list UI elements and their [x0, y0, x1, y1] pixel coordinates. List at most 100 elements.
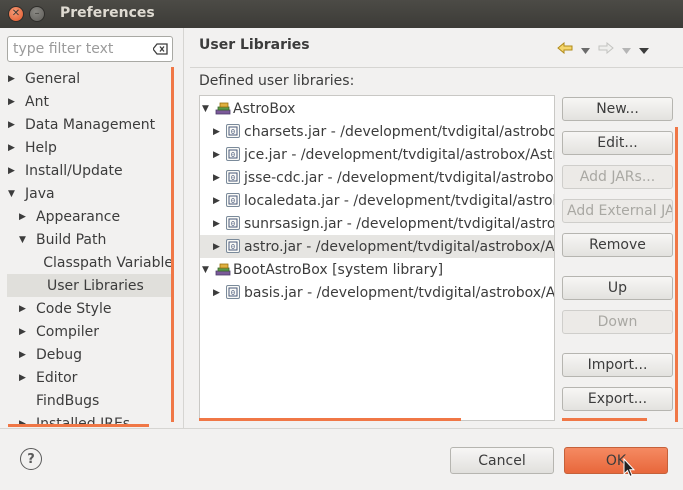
expanded-arrow-icon[interactable]: ▼ [202, 104, 209, 114]
library-node[interactable]: ▼ AstroBox [200, 97, 554, 120]
jar-node[interactable]: ▶ 0 sunrsasign.jar - /development/tvdigita… [200, 212, 554, 235]
add-jars-button[interactable]: Add JARs... [562, 165, 673, 189]
nav-item-label: User Libraries [47, 277, 144, 294]
nav-item-label: Java [25, 185, 55, 202]
library-node[interactable]: ▼ BootAstroBox [system library] [200, 258, 554, 281]
edit-button[interactable]: Edit... [562, 131, 673, 155]
header-separator [190, 67, 683, 68]
jar-path: sunrsasign.jar - /development/tvdigital/… [244, 215, 555, 232]
expanded-arrow-icon[interactable]: ▼ [8, 189, 18, 199]
collapsed-arrow-icon[interactable]: ▶ [213, 127, 220, 137]
nav-item[interactable]: ▶ General [7, 67, 173, 90]
collapsed-arrow-icon[interactable]: ▶ [213, 173, 220, 183]
nav-item[interactable]: ▶ Install/Update [7, 159, 173, 182]
collapsed-arrow-icon[interactable]: ▶ [19, 304, 29, 314]
pane-divider[interactable] [183, 28, 184, 428]
jar-path: astro.jar - /development/tvdigital/astro… [244, 238, 555, 255]
history-navigation [557, 40, 657, 60]
remove-button[interactable]: Remove [562, 233, 673, 257]
collapsed-arrow-icon[interactable]: ▶ [19, 350, 29, 360]
preferences-tree[interactable]: ▶ General ▶ Ant ▶ Data Management ▶ Help ▶ Instal… [7, 65, 183, 427]
back-menu-chevron-icon[interactable] [581, 43, 590, 58]
nav-item[interactable]: ▶ Ant [7, 90, 173, 113]
expanded-arrow-icon[interactable]: ▼ [19, 235, 29, 245]
back-arrow-icon[interactable] [557, 41, 573, 58]
nav-item[interactable]: ▶ Compiler [7, 320, 173, 343]
nav-horizontal-scrollbar[interactable] [8, 424, 149, 427]
nav-item[interactable]: ▶ Appearance [7, 205, 173, 228]
collapsed-arrow-icon[interactable]: ▶ [213, 242, 220, 252]
clear-filter-icon[interactable] [153, 42, 168, 56]
jar-icon: 0 [226, 216, 240, 230]
nav-item[interactable]: ▶ Code Style [7, 297, 173, 320]
buttons-horizontal-scrollbar[interactable] [562, 418, 647, 421]
libraries-horizontal-scrollbar[interactable] [199, 418, 461, 421]
libraries-label: Defined user libraries: [199, 73, 355, 89]
nav-item-label: Ant [25, 93, 49, 110]
svg-text:0: 0 [231, 151, 235, 159]
jar-node[interactable]: ▶ 0 basis.jar - /development/tvdigital/ast… [200, 281, 554, 304]
jar-node[interactable]: ▶ 0 jsse-cdc.jar - /development/tvdigital/… [200, 166, 554, 189]
collapsed-arrow-icon[interactable]: ▶ [213, 288, 220, 298]
nav-item[interactable]: ▶ Editor [7, 366, 173, 389]
jar-icon: 0 [226, 170, 240, 184]
jar-node[interactable]: ▶ 0 localedata.jar - /development/tvdigita… [200, 189, 554, 212]
nav-item-label: General [25, 70, 81, 87]
help-icon[interactable]: ? [20, 448, 42, 470]
svg-text:0: 0 [231, 220, 235, 228]
buttons-scrollbar[interactable] [675, 127, 678, 422]
jar-path: charsets.jar - /development/tvdigital/as… [244, 123, 555, 140]
collapsed-arrow-icon[interactable]: ▶ [8, 120, 18, 130]
collapsed-arrow-icon[interactable]: ▶ [19, 373, 29, 383]
svg-text:0: 0 [231, 128, 235, 136]
library-icon [215, 101, 231, 115]
window-minimize-button[interactable]: – [29, 6, 45, 22]
mouse-pointer-icon [623, 457, 636, 482]
collapsed-arrow-icon[interactable]: ▶ [19, 212, 29, 222]
jar-node[interactable]: ▶ 0 charsets.jar - /development/tvdigital/… [200, 120, 554, 143]
nav-item[interactable]: FindBugs [7, 389, 173, 412]
jar-node[interactable]: ▶ 0 jce.jar - /development/tvdigital/astro… [200, 143, 554, 166]
jar-node[interactable]: ▶ 0 astro.jar - /development/tvdigital/ast… [200, 235, 554, 258]
collapsed-arrow-icon[interactable]: ▶ [213, 196, 220, 206]
svg-text:0: 0 [231, 289, 235, 297]
nav-scrollbar[interactable] [171, 67, 174, 422]
ok-button[interactable]: OK [564, 447, 668, 474]
up-button[interactable]: Up [562, 276, 673, 300]
nav-item[interactable]: User Libraries [7, 274, 173, 297]
nav-item-label: Appearance [36, 208, 121, 225]
collapsed-arrow-icon[interactable]: ▶ [19, 327, 29, 337]
nav-item[interactable]: ▼ Build Path [7, 228, 173, 251]
jar-path: basis.jar - /development/tvdigital/astro… [244, 284, 555, 301]
export-button[interactable]: Export... [562, 387, 673, 411]
collapsed-arrow-icon[interactable]: ▶ [8, 143, 18, 153]
down-button[interactable]: Down [562, 310, 673, 334]
nav-item-label: Compiler [36, 323, 100, 340]
add-external-jars-button[interactable]: Add External JA [562, 199, 673, 223]
footer-separator [0, 428, 683, 429]
nav-item[interactable]: Classpath Variable [7, 251, 173, 274]
collapsed-arrow-icon[interactable]: ▶ [213, 150, 220, 160]
library-name: BootAstroBox [system library] [233, 261, 444, 278]
import-button[interactable]: Import... [562, 353, 673, 377]
view-menu-chevron-icon[interactable] [639, 43, 649, 58]
new-button[interactable]: New... [562, 97, 673, 121]
nav-item[interactable]: ▶ Data Management [7, 113, 173, 136]
jar-icon: 0 [226, 193, 240, 207]
svg-text:0: 0 [231, 197, 235, 205]
window-title: Preferences [60, 5, 155, 21]
collapsed-arrow-icon[interactable]: ▶ [8, 74, 18, 84]
nav-item[interactable]: ▶ Debug [7, 343, 173, 366]
svg-text:0: 0 [231, 243, 235, 251]
filter-input[interactable] [13, 40, 149, 58]
cancel-button[interactable]: Cancel [450, 447, 554, 474]
collapsed-arrow-icon[interactable]: ▶ [8, 97, 18, 107]
jar-path: jsse-cdc.jar - /development/tvdigital/as… [244, 169, 555, 186]
window-close-button[interactable]: ✕ [8, 6, 24, 22]
nav-item[interactable]: ▶ Help [7, 136, 173, 159]
collapsed-arrow-icon[interactable]: ▶ [8, 166, 18, 176]
user-libraries-tree[interactable]: ▼ AstroBox ▶ 0 charsets.jar - /development/t… [199, 95, 555, 421]
collapsed-arrow-icon[interactable]: ▶ [213, 219, 220, 229]
expanded-arrow-icon[interactable]: ▼ [202, 265, 209, 275]
nav-item[interactable]: ▼ Java [7, 182, 173, 205]
